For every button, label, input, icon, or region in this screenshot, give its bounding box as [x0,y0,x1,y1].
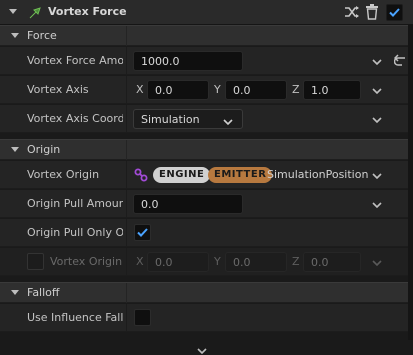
section-label: Origin [27,143,61,156]
origin-pull-only-checkbox[interactable] [134,224,151,241]
collapse-caret-icon[interactable] [9,9,17,14]
engine-namespace-pill: ENGINE [153,167,211,183]
column-divider [126,248,127,276]
chevron-down-icon[interactable] [197,345,207,355]
column-divider [126,283,127,303]
emitter-namespace-pill: EMITTER [208,167,273,183]
column-divider [126,105,127,133]
property-label: Origin Pull Amount [27,197,123,210]
row-use-influence-falloff: Use Influence Fallo [0,304,413,332]
chevron-down-icon [223,116,233,128]
axis-x-label: X [136,83,144,96]
column-divider [126,304,127,332]
section-origin[interactable]: Origin [0,139,413,160]
origin-override-x-input[interactable]: 0.0 [147,252,209,272]
row-vortex-force-amount: Vortex Force Amou 1000.0 [0,47,413,75]
property-label: Origin Pull Only On [27,226,123,239]
column-divider [126,219,127,247]
link-icon[interactable] [134,168,148,182]
linked-parameter-name[interactable]: SimulationPosition [267,168,368,181]
property-label: Vortex Axis Coordi [27,112,123,125]
vortex-force-amount-input[interactable]: 1000.0 [133,51,243,71]
row-vortex-origin-override: Vortex Origin ( X 0.0 Y 0.0 Z 0.0 [0,248,413,276]
scrollbar-track[interactable] [408,25,413,340]
trash-icon[interactable] [365,4,379,20]
section-falloff[interactable]: Falloff [0,282,413,303]
section-force[interactable]: Force [0,25,413,46]
origin-pull-amount-input[interactable]: 0.0 [133,194,243,214]
chevron-down-icon[interactable] [372,170,382,180]
column-divider [126,47,127,75]
section-label: Force [27,29,57,42]
chevron-down-icon[interactable] [372,199,382,209]
axis-y-label: Y [214,83,221,96]
column-divider [126,140,127,160]
axis-y-label: Y [214,255,221,268]
chevron-down-icon[interactable] [11,147,19,152]
row-origin-pull-amount: Origin Pull Amount 0.0 [0,190,413,218]
chevron-down-icon[interactable] [372,85,382,95]
dropdown-value: Simulation [141,113,200,126]
property-label: Vortex Origin [27,168,100,181]
section-label: Falloff [27,286,60,299]
vortex-axis-y-input[interactable]: 0.0 [225,80,287,100]
module-header[interactable]: Vortex Force [0,0,413,25]
chevron-down-icon[interactable] [372,257,382,267]
chevron-down-icon[interactable] [11,33,19,38]
property-label: Use Influence Fallo [27,311,123,324]
chevron-down-icon[interactable] [372,56,382,66]
shuffle-icon[interactable] [344,5,360,19]
module-enabled-checkbox[interactable] [386,4,403,21]
row-vortex-axis: Vortex Axis X 0.0 Y 0.0 Z 1.0 [0,76,413,104]
axis-z-label: Z [292,83,300,96]
use-influence-falloff-checkbox[interactable] [134,309,151,326]
module-arrow-icon [28,6,42,20]
override-enable-checkbox[interactable] [27,253,44,270]
row-vortex-origin: Vortex Origin ENGINE EMITTER SimulationP… [0,161,413,189]
column-divider [126,76,127,104]
origin-override-z-input[interactable]: 0.0 [303,252,361,272]
origin-override-y-input[interactable]: 0.0 [225,252,287,272]
chevron-down-icon[interactable] [11,290,19,295]
column-divider [126,190,127,218]
vortex-axis-z-input[interactable]: 1.0 [303,80,361,100]
property-label: Vortex Axis [27,83,89,96]
property-label: Vortex Force Amou [27,54,123,67]
coordinate-space-dropdown[interactable]: Simulation [133,109,243,129]
chevron-down-icon[interactable] [372,114,382,124]
row-origin-pull-only: Origin Pull Only On [0,219,413,247]
column-divider [126,161,127,189]
property-label: Vortex Origin ( [50,255,122,268]
column-divider [126,26,127,46]
axis-x-label: X [136,255,144,268]
advanced-expander[interactable] [0,340,413,355]
module-title: Vortex Force [48,5,127,18]
vortex-axis-x-input[interactable]: 0.0 [147,80,209,100]
axis-z-label: Z [292,255,300,268]
row-vortex-axis-coordinate: Vortex Axis Coordi Simulation [0,105,413,133]
reset-to-default-icon[interactable] [393,54,406,66]
